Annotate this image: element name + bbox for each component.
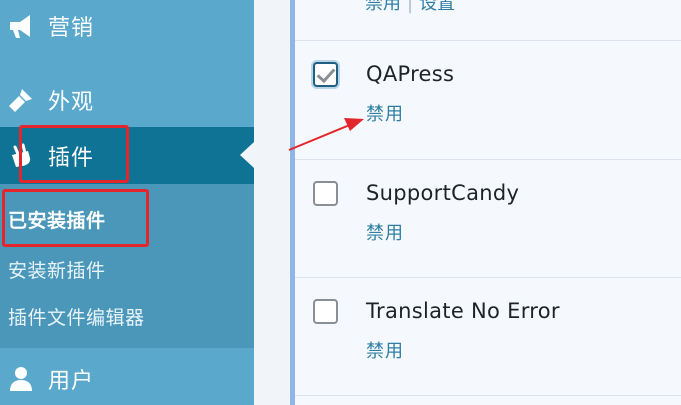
- row-divider: [295, 395, 681, 396]
- deactivate-link[interactable]: 禁用: [366, 219, 404, 245]
- sidebar-item-appearance[interactable]: 外观: [0, 78, 254, 122]
- megaphone-icon: [4, 9, 38, 43]
- annotation-highlight-plugins: [19, 125, 129, 183]
- deactivate-link[interactable]: 禁用: [366, 100, 404, 126]
- plugin-checkbox-supportcandy[interactable]: [313, 181, 338, 206]
- sidebar-item-label: 营销: [48, 16, 95, 41]
- plugin-list: 禁用 | 设置 QAPress 禁用 SupportCandy 禁用 Transla…: [295, 0, 681, 405]
- sidebar-item-marketing[interactable]: 营销: [0, 4, 254, 48]
- plugin-checkbox-qapress[interactable]: [313, 62, 338, 87]
- previous-row-actions: 禁用 | 设置: [365, 0, 455, 15]
- plugin-name: SupportCandy: [366, 181, 520, 205]
- deactivate-link[interactable]: 禁用: [365, 0, 401, 14]
- submenu-plugin-file-editor[interactable]: 插件文件编辑器: [8, 303, 145, 330]
- action-separator: |: [407, 0, 414, 14]
- user-icon: [4, 362, 38, 396]
- active-menu-arrow: [240, 142, 254, 168]
- plugin-name: Translate No Error: [366, 299, 560, 323]
- plugin-name: QAPress: [366, 62, 455, 86]
- sidebar-item-users[interactable]: 用户: [0, 352, 254, 405]
- annotation-highlight-installed: [2, 189, 149, 247]
- settings-link[interactable]: 设置: [419, 0, 455, 14]
- row-divider: [295, 277, 681, 278]
- row-divider: [295, 40, 681, 41]
- plugin-checkbox-translate-no-error[interactable]: [313, 299, 338, 324]
- row-divider: [295, 159, 681, 160]
- deactivate-link[interactable]: 禁用: [366, 337, 404, 363]
- paintbrush-icon: [4, 83, 38, 117]
- sidebar-item-label: 用户: [48, 368, 95, 394]
- sidebar-item-label: 外观: [48, 90, 95, 115]
- submenu-add-new-plugin[interactable]: 安装新插件: [8, 256, 106, 283]
